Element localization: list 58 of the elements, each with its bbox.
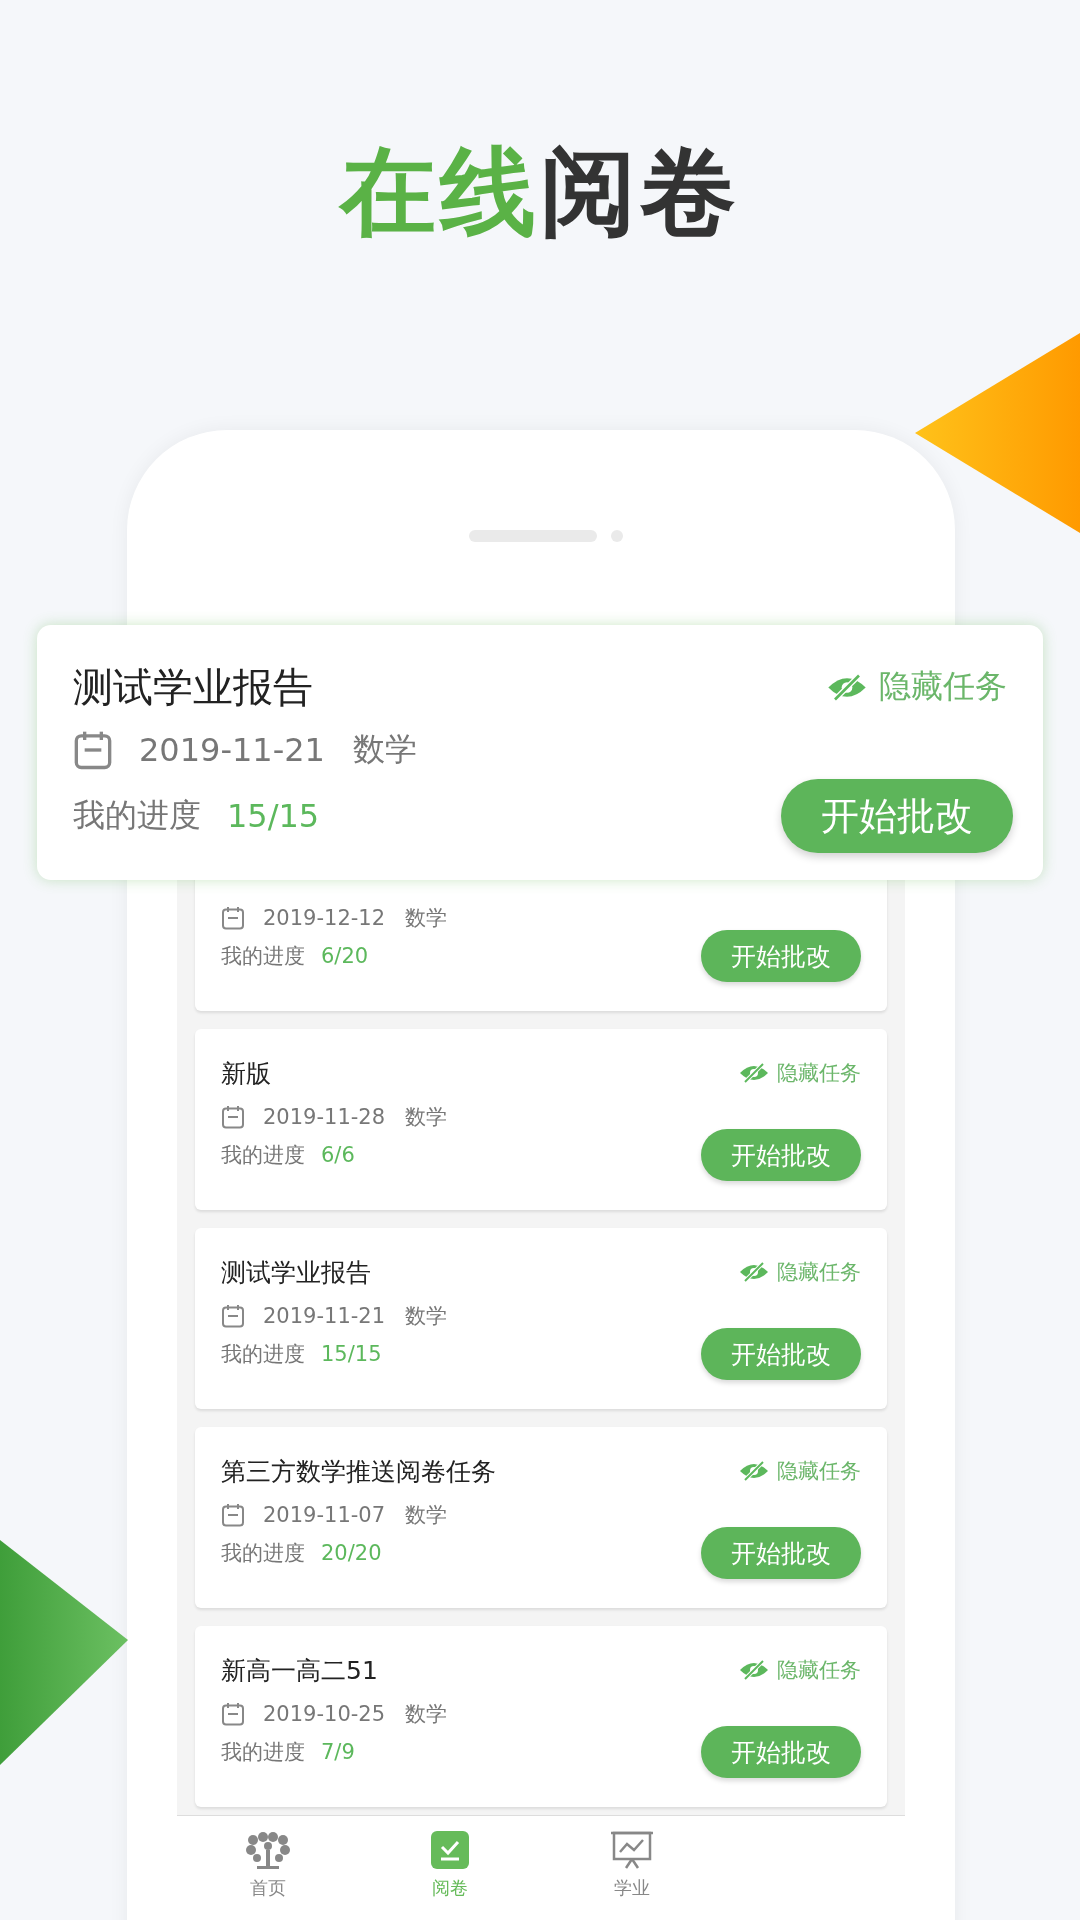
progress-label: 我的进度 bbox=[221, 1341, 305, 1368]
progress-label: 我的进度 bbox=[221, 1739, 305, 1766]
task-subject: 数学 bbox=[405, 1104, 448, 1131]
task-subject: 数学 bbox=[405, 1701, 448, 1728]
start-grading-button[interactable]: 开始批改 bbox=[701, 930, 861, 982]
hide-task-link[interactable]: 隐藏任务 bbox=[739, 1059, 861, 1087]
task-title: 第三方数学推送阅卷任务 bbox=[221, 1455, 496, 1488]
start-grading-button[interactable]: 开始批改 bbox=[701, 1527, 861, 1579]
task-title: 新高一高二51 bbox=[221, 1654, 378, 1687]
eye-slash-icon bbox=[739, 1063, 769, 1083]
eye-slash-icon bbox=[827, 673, 867, 701]
task-subject: 数学 bbox=[405, 1303, 448, 1330]
progress-label: 我的进度 bbox=[221, 943, 305, 970]
start-grading-button[interactable]: 开始批改 bbox=[701, 1726, 861, 1778]
calendar-icon bbox=[221, 1105, 245, 1129]
progress-value: 6/20 bbox=[321, 944, 369, 968]
chart-board-icon bbox=[610, 1830, 654, 1870]
start-grading-button[interactable]: 开始批改 bbox=[701, 1129, 861, 1181]
task-date: 2019-11-28 bbox=[263, 1105, 386, 1129]
task-title: 测试学业报告 bbox=[73, 662, 313, 712]
task-date: 2019-12-12 bbox=[263, 906, 386, 930]
progress-value: 6/6 bbox=[321, 1143, 355, 1167]
task-title: 新版 bbox=[221, 1057, 271, 1090]
calendar-icon bbox=[221, 1702, 245, 1726]
progress-label: 我的进度 bbox=[221, 1540, 305, 1567]
progress-value: 15/15 bbox=[321, 1342, 382, 1366]
calendar-icon bbox=[221, 1304, 245, 1328]
hide-task-link[interactable]: 隐藏任务 bbox=[739, 1457, 861, 1485]
nav-tab[interactable]: 阅卷 bbox=[359, 1830, 541, 1920]
task-subject: 数学 bbox=[405, 905, 448, 932]
tree-icon bbox=[243, 1830, 293, 1870]
checkmark-tray-icon bbox=[430, 1830, 470, 1870]
calendar-icon bbox=[73, 730, 113, 770]
hide-task-link[interactable]: 隐藏任务 bbox=[739, 1656, 861, 1684]
task-date: 2019-10-25 bbox=[263, 1702, 386, 1726]
progress-value: 20/20 bbox=[321, 1541, 382, 1565]
hide-task-link[interactable]: 隐藏任务 bbox=[739, 1258, 861, 1286]
task-date: 2019-11-21 bbox=[263, 1304, 386, 1328]
task-subject: 数学 bbox=[352, 729, 417, 770]
start-grading-button[interactable]: 开始批改 bbox=[701, 1328, 861, 1380]
calendar-icon bbox=[221, 906, 245, 930]
nav-tab[interactable]: 首页 bbox=[177, 1830, 359, 1920]
hide-task-link[interactable]: 隐藏任务 bbox=[827, 665, 1007, 709]
task-title: 测试学业报告 bbox=[221, 1256, 371, 1289]
task-subject: 数学 bbox=[405, 1502, 448, 1529]
progress-label: 我的进度 bbox=[221, 1142, 305, 1169]
nav-tab[interactable]: 学业 bbox=[541, 1830, 723, 1920]
task-date: 2019-11-07 bbox=[263, 1503, 386, 1527]
progress-value: 7/9 bbox=[321, 1740, 355, 1764]
progress-label: 我的进度 bbox=[73, 795, 201, 836]
calendar-icon bbox=[221, 1503, 245, 1527]
eye-slash-icon bbox=[739, 1461, 769, 1481]
eye-slash-icon bbox=[739, 1660, 769, 1680]
start-grading-button[interactable]: 开始批改 bbox=[781, 779, 1013, 853]
progress-value: 15/15 bbox=[227, 797, 320, 835]
task-date: 2019-11-21 bbox=[139, 731, 325, 769]
headline: 在线阅卷 bbox=[340, 140, 740, 250]
eye-slash-icon bbox=[739, 1262, 769, 1282]
